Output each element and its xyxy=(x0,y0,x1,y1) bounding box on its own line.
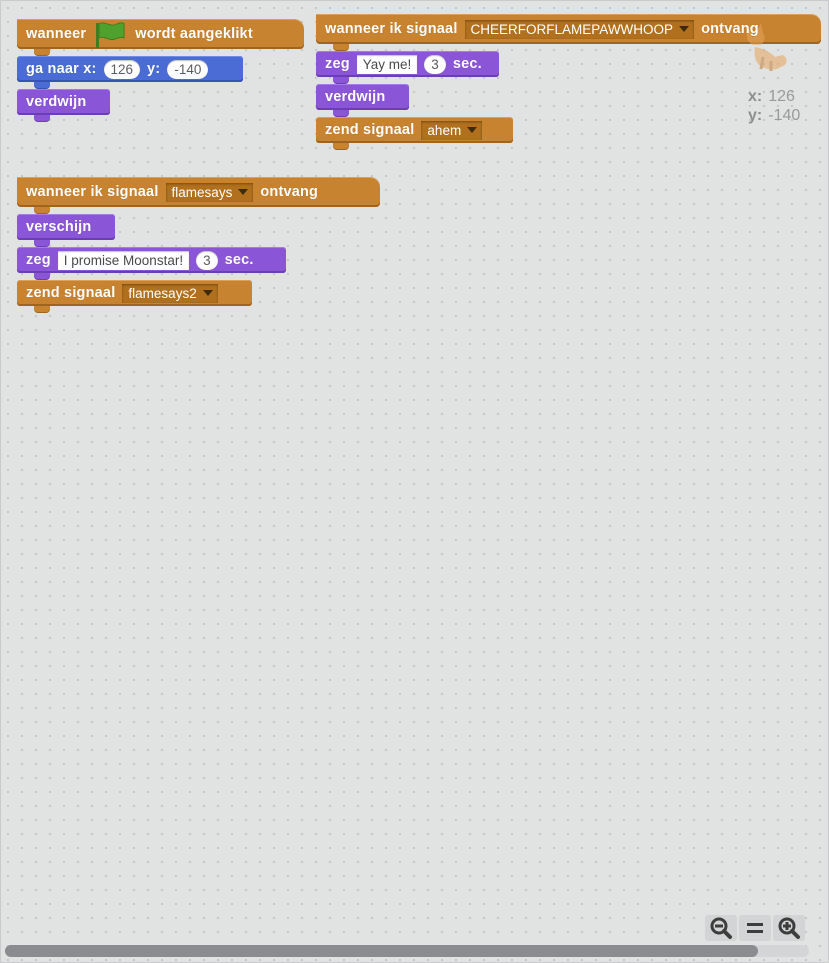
horizontal-scrollbar-thumb[interactable] xyxy=(5,945,758,957)
sprite-y-value: -140 xyxy=(768,107,801,124)
go-to-label: ga naar x: xyxy=(26,61,97,77)
y-input[interactable]: -140 xyxy=(167,59,209,79)
sprite-x-value: 126 xyxy=(768,88,795,105)
broadcast-label: zend signaal xyxy=(325,122,415,138)
when-receive-flamesays-block[interactable]: wanneer ik signaal flamesays ontvang xyxy=(17,159,380,213)
broadcast-block[interactable]: zend signaal ahem xyxy=(316,117,513,149)
hide-label: verdwijn xyxy=(325,89,386,105)
message-dropdown-cheer-value: CHEERFORFLAMEPAWWHOOP xyxy=(470,21,674,37)
hat-label-clicked: wordt aangeklikt xyxy=(135,26,253,42)
broadcast-dropdown-value: ahem xyxy=(427,122,462,138)
broadcast-label: zend signaal xyxy=(26,285,116,301)
when-flag-clicked-block[interactable]: wanneer wordt aangeklikt xyxy=(17,1,304,55)
hat-label-receive: ontvang xyxy=(701,21,759,37)
broadcast-dropdown[interactable]: ahem xyxy=(421,120,483,140)
dropdown-arrow-icon xyxy=(238,189,249,195)
sprite-y-label: y: xyxy=(748,107,763,124)
sprite-x-label: x: xyxy=(748,88,763,105)
say-text-input[interactable]: I promise Moonstar! xyxy=(57,250,190,270)
broadcast-dropdown[interactable]: flamesays2 xyxy=(122,283,218,303)
show-block[interactable]: verschijn xyxy=(17,214,115,246)
say-secs-input[interactable]: 3 xyxy=(424,54,446,74)
say-label: zeg xyxy=(325,56,350,72)
hat-label-when: wanneer xyxy=(26,26,87,42)
say-secs-label: sec. xyxy=(224,252,254,268)
hat-label-receive: ontvang xyxy=(260,184,319,200)
say-for-secs-block[interactable]: zeg Yay me! 3 sec. xyxy=(316,51,499,83)
broadcast-block[interactable]: zend signaal flamesays2 xyxy=(17,280,252,312)
say-label: zeg xyxy=(26,252,51,268)
horizontal-scrollbar[interactable] xyxy=(5,945,809,957)
say-secs-label: sec. xyxy=(452,56,482,72)
zoom-reset-icon xyxy=(747,923,763,933)
sprite-position-readout: x: 126 y: -140 xyxy=(748,87,800,125)
dropdown-arrow-icon xyxy=(202,290,213,296)
say-secs-input[interactable]: 3 xyxy=(196,250,218,270)
hide-block[interactable]: verdwijn xyxy=(316,84,409,116)
dropdown-arrow-icon xyxy=(467,127,478,133)
sprite-y-row: y: -140 xyxy=(748,106,800,125)
say-text-input[interactable]: Yay me! xyxy=(356,54,418,74)
scripts-area[interactable]: wanneer wordt aangeklikt ga naar x: 126 … xyxy=(0,0,829,963)
message-dropdown-cheer[interactable]: CHEERFORFLAMEPAWWHOOP xyxy=(464,19,695,39)
y-label: y: xyxy=(147,61,161,77)
message-dropdown-flamesays-value: flamesays xyxy=(171,184,233,200)
zoom-in-button[interactable] xyxy=(773,915,805,941)
sprite-x-row: x: 126 xyxy=(748,87,800,106)
zoom-reset-button[interactable] xyxy=(739,915,771,941)
hat-label-when-receive: wanneer ik signaal xyxy=(325,21,458,37)
go-to-xy-block[interactable]: ga naar x: 126 y: -140 xyxy=(17,56,243,88)
script-cheer: wanneer ik signaal CHEERFORFLAMEPAWWHOOP… xyxy=(316,1,821,150)
hide-block[interactable]: verdwijn xyxy=(17,89,110,121)
say-for-secs-block[interactable]: zeg I promise Moonstar! 3 sec. xyxy=(17,247,286,279)
dropdown-arrow-icon xyxy=(679,26,690,32)
script-green-flag: wanneer wordt aangeklikt ga naar x: 126 … xyxy=(17,1,304,122)
zoom-out-icon xyxy=(710,917,732,939)
zoom-controls xyxy=(705,915,805,943)
green-flag-icon xyxy=(93,19,127,49)
message-dropdown-flamesays[interactable]: flamesays xyxy=(165,182,254,202)
script-flamesays: wanneer ik signaal flamesays ontvang ver… xyxy=(17,159,380,313)
zoom-in-icon xyxy=(778,917,800,939)
hat-label-when-receive: wanneer ik signaal xyxy=(26,184,159,200)
broadcast-dropdown-value: flamesays2 xyxy=(128,285,197,301)
show-label: verschijn xyxy=(26,219,92,235)
hide-label: verdwijn xyxy=(26,94,87,110)
x-input[interactable]: 126 xyxy=(103,59,141,79)
zoom-out-button[interactable] xyxy=(705,915,737,941)
